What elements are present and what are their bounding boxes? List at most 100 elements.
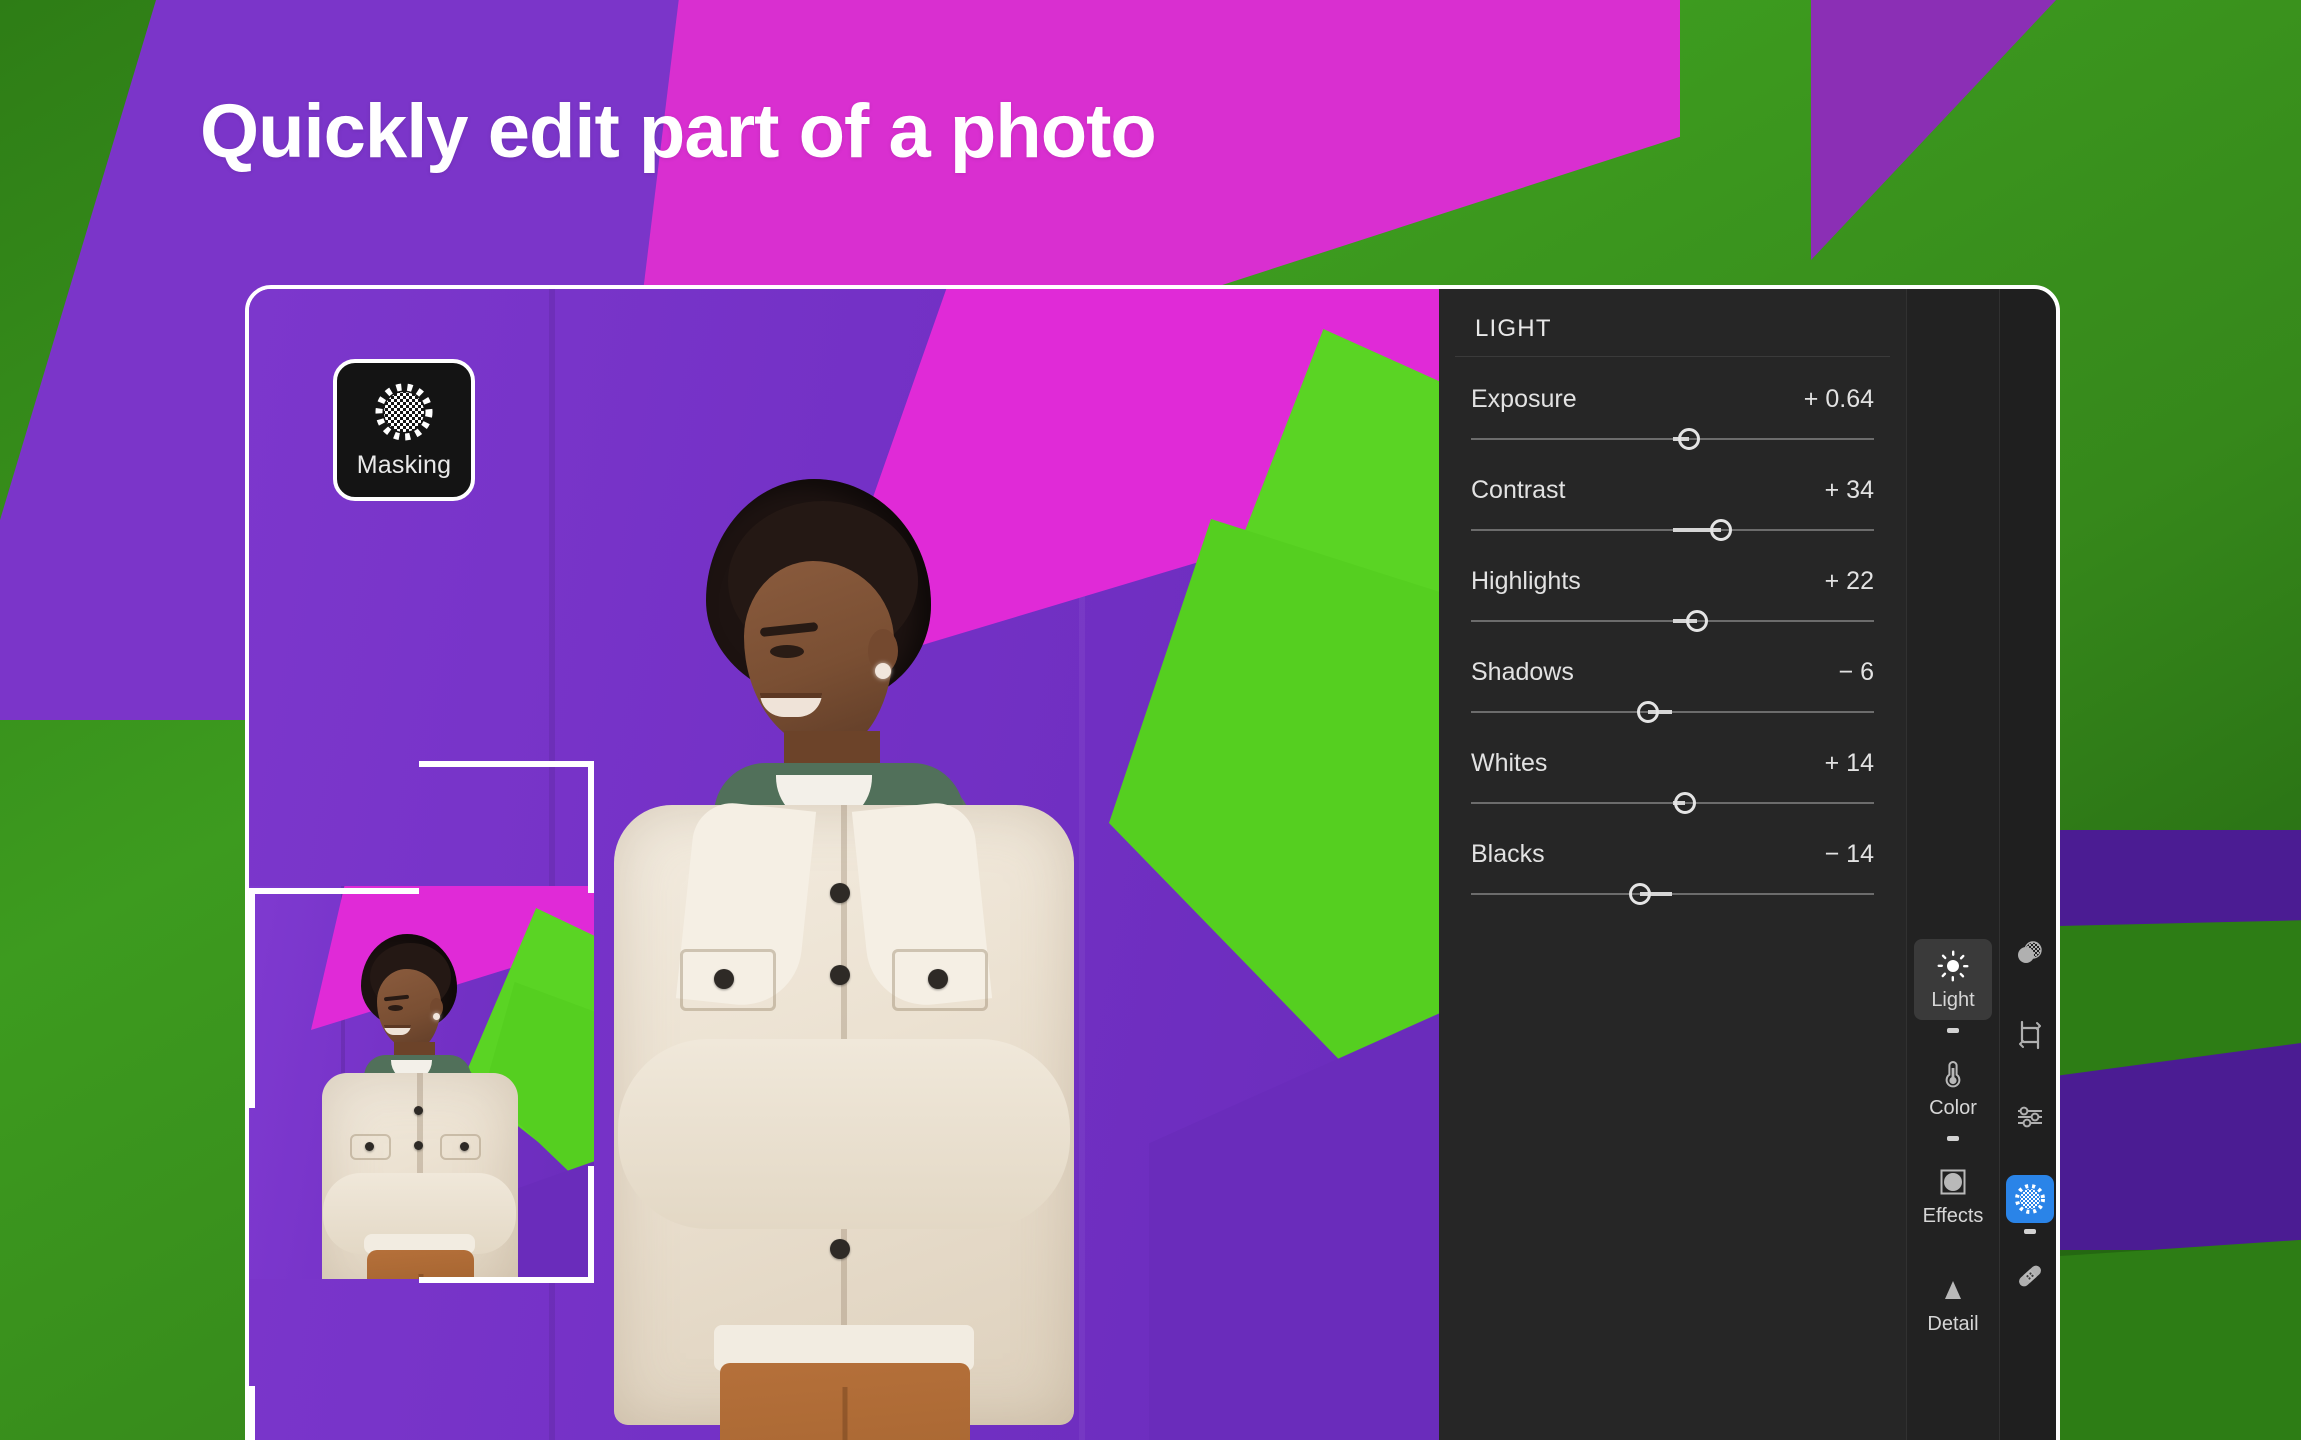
tool-nav-item-detail[interactable]: Detail [1914,1263,1992,1344]
sun-icon [1936,949,1970,983]
tool-nav-edit-indicator [1947,1028,1959,1033]
presets-overlap-circles-icon [2013,936,2047,970]
masking-badge-label: Masking [356,450,452,479]
slider-row: Contrast + 34 [1471,476,1874,541]
tool-icon-rail [1999,289,2056,1440]
thermometer-icon [1936,1057,1970,1091]
slider-row: Exposure + 0.64 [1471,385,1874,450]
preview-bracket-top-right-h [419,761,594,767]
masking-dotted-circle-icon [373,381,435,443]
rail-edit-sliders[interactable] [2006,1093,2054,1141]
slider-row: Blacks − 14 [1471,840,1874,905]
slider-knob[interactable] [1709,519,1732,541]
slider-value: + 0.64 [1803,385,1874,413]
preview-bracket-bottom-left-v [249,1386,255,1440]
slider-track[interactable] [1471,428,1874,450]
thumb-subject-button [414,1106,423,1115]
before-preview[interactable] [249,761,681,1440]
slider-track[interactable] [1471,701,1874,723]
preview-bracket-top-right-v [588,761,594,893]
slider-row: Highlights + 22 [1471,567,1874,632]
slider-label: Blacks [1471,840,1545,868]
tool-nav-label: Effects [1922,1205,1984,1227]
masking-badge[interactable]: Masking [333,359,475,501]
slider-value: − 6 [1838,658,1874,686]
slider-track[interactable] [1471,883,1874,905]
thumb-subject-pants [367,1250,474,1279]
slider-knob[interactable] [1629,883,1652,905]
slider-knob[interactable] [1677,428,1700,450]
thumb-subject-eye [388,1005,403,1011]
rail-crop[interactable] [2006,1011,2054,1059]
tool-nav-item-color[interactable]: Color [1914,1047,1992,1128]
promo-screenshot: Quickly edit part of a photo Masking LIG… [0,0,2301,1440]
slider-header: Highlights + 22 [1471,567,1874,596]
slider-track[interactable] [1471,519,1874,541]
subject-jacket-button [830,1239,850,1259]
slider-knob[interactable] [1673,792,1696,814]
tool-nav-edit-indicator [1947,1352,1959,1357]
wall-shape-purple-topright [1811,0,2113,260]
tool-nav-edit-indicator [1947,1136,1959,1141]
subject-jacket-button [714,969,734,989]
rail-presets-overlap-circles[interactable] [2006,929,2054,977]
rail-healing-bandage[interactable] [2006,1252,2054,1300]
slider-row: Whites + 14 [1471,749,1874,814]
masking-icon [2013,1182,2047,1216]
edit-panel: LIGHT Exposure + 0.64 Contrast + 34 Highligh… [1439,289,1906,1440]
slider-header: Contrast + 34 [1471,476,1874,505]
subject-pants [720,1363,970,1440]
slider-label: Exposure [1471,385,1577,413]
slider-value: + 22 [1824,567,1874,595]
slider-track[interactable] [1471,610,1874,632]
slider-value: + 14 [1824,749,1874,777]
subject-jacket-button [830,965,850,985]
preview-bracket-bottom-right-v [588,1166,594,1283]
slider-header: Whites + 14 [1471,749,1874,778]
slider-label: Whites [1471,749,1548,777]
panel-section-title: LIGHT [1475,314,1552,342]
tool-nav-item-effects[interactable]: Effects [1914,1155,1992,1236]
slider-label: Shadows [1471,658,1574,686]
tool-nav-label: Color [1929,1097,1977,1119]
panel-header: LIGHT [1455,301,1890,357]
slider-header: Blacks − 14 [1471,840,1874,869]
headline: Quickly edit part of a photo [200,89,1157,174]
slider-knob[interactable] [1685,610,1708,632]
photo-canvas[interactable]: Masking [249,289,1439,1440]
crop-icon [2013,1018,2047,1052]
subject-crossed-arms [618,1039,1070,1229]
preview-bracket-bottom-right-h [419,1277,594,1283]
rail-masking[interactable] [2006,1175,2054,1223]
healing-bandage-icon [2013,1259,2047,1293]
tool-nav-edit-indicator [1947,1244,1959,1249]
slider-knob[interactable] [1637,701,1660,723]
slider-label: Highlights [1471,567,1581,595]
slider-track[interactable] [1471,792,1874,814]
tool-nav-column: Light Color Effects Detail [1906,289,1999,1440]
tool-nav-label: Light [1931,989,1975,1011]
slider-rail [1471,893,1874,895]
slider-value: + 34 [1824,476,1874,504]
edit-sliders-icon [2013,1100,2047,1134]
light-sliders-list: Exposure + 0.64 Contrast + 34 Highlights + 22… [1439,357,1906,905]
vignette-icon [1936,1165,1970,1199]
tool-nav-label: Detail [1927,1313,1979,1335]
slider-row: Shadows − 6 [1471,658,1874,723]
thumb-subject-button [460,1142,469,1151]
slider-value: − 14 [1824,840,1874,868]
thumb-subject-button [414,1141,423,1150]
subject-eye [770,645,804,658]
slider-label: Contrast [1471,476,1566,504]
triangle-icon [1936,1273,1970,1307]
subject-jacket-button [830,883,850,903]
subject-jacket-button [928,969,948,989]
thumb-subject-button [365,1142,374,1151]
preview-bracket-top-left-v [249,888,255,1108]
slider-rail [1471,711,1874,713]
slider-header: Shadows − 6 [1471,658,1874,687]
slider-header: Exposure + 0.64 [1471,385,1874,414]
app-window: Masking LIGHT Exposure + 0.64 Contrast +… [245,285,2060,1440]
tool-nav-item-light[interactable]: Light [1914,939,1992,1020]
before-preview-image [249,886,594,1279]
